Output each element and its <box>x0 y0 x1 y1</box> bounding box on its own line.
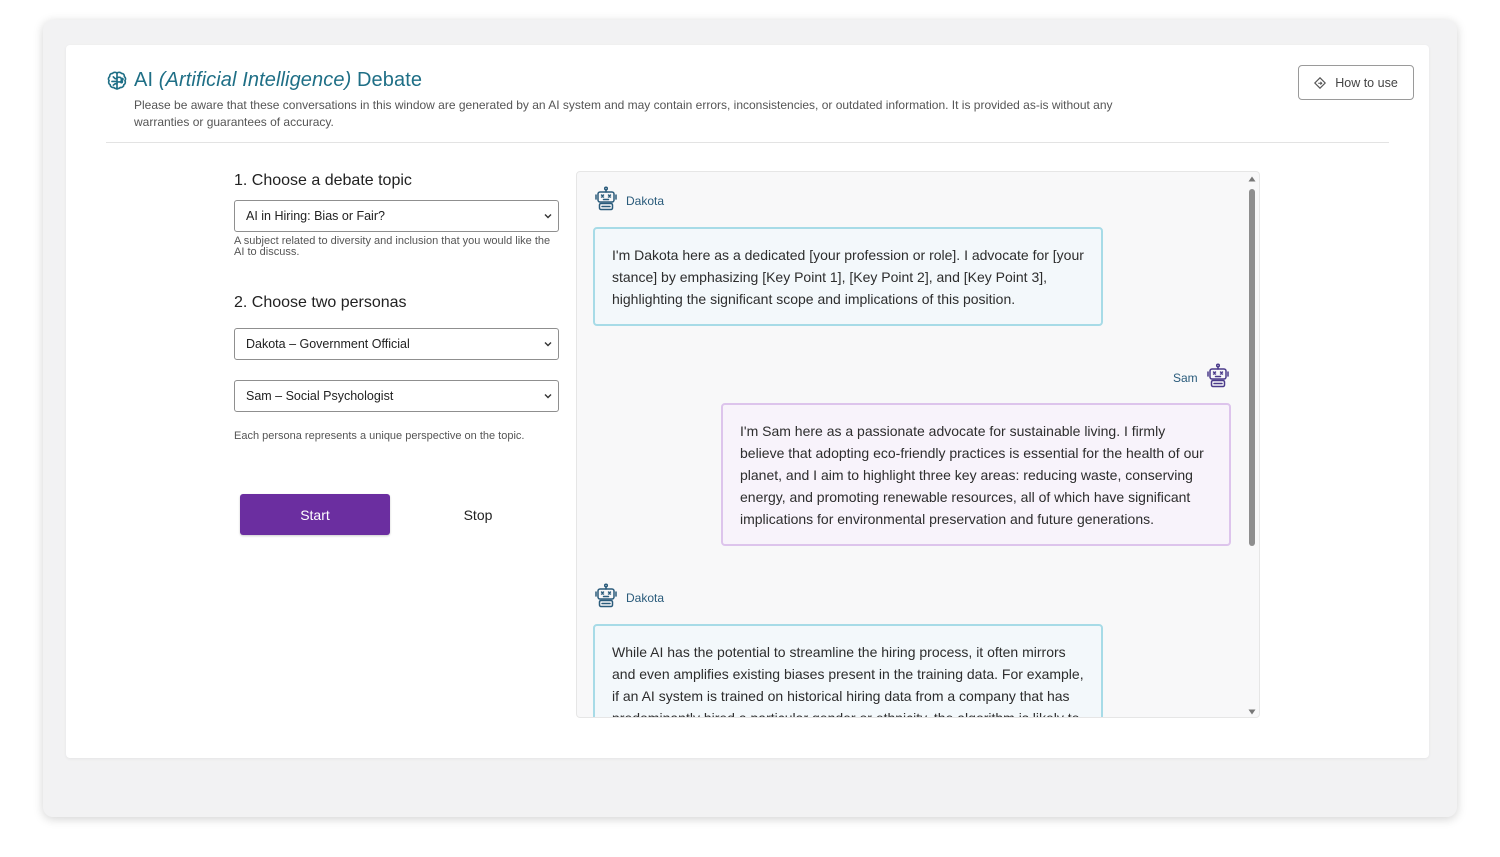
message-bubble: I'm Sam here as a passionate advocate fo… <box>721 403 1231 546</box>
persona2-select-value: Sam – Social Psychologist <box>246 389 394 403</box>
robot-icon <box>1206 363 1229 388</box>
diamond-icon <box>1314 76 1327 89</box>
speaker-name: Dakota <box>626 591 665 605</box>
speaker-name: Dakota <box>626 194 665 208</box>
message-speaker: Dakota <box>593 583 664 609</box>
how-to-use-label: How to use <box>1335 75 1398 90</box>
persona1-select-value: Dakota – Government Official <box>246 337 410 351</box>
chevron-down-icon <box>544 342 552 347</box>
scroll-down-arrow-icon[interactable] <box>1248 709 1256 715</box>
chat-panel[interactable]: Dakota I'm Dakota here as a dedicated [y… <box>576 171 1260 718</box>
step1-title: 1. Choose a debate topic <box>234 172 412 189</box>
disclaimer-text: Please be aware that these conversations… <box>134 98 1113 129</box>
stop-button[interactable]: Stop <box>446 494 510 535</box>
topic-hint: A subject related to diversity and inclu… <box>234 235 551 258</box>
page-title: AI (Artificial Intelligence) Debate <box>134 69 423 91</box>
persona1-select[interactable]: Dakota – Government Official <box>234 328 559 360</box>
how-to-use-button[interactable]: How to use <box>1298 65 1414 100</box>
message-bubble: While AI has the potential to streamline… <box>593 624 1103 717</box>
robot-icon <box>595 583 617 608</box>
main-card: AI (Artificial Intelligence) Debate Plea… <box>66 45 1429 758</box>
scrollbar-thumb[interactable] <box>1249 189 1255 546</box>
message-speaker: Dakota <box>593 186 664 212</box>
chat-scrollbar[interactable] <box>1248 176 1256 715</box>
message-bubble: I'm Dakota here as a dedicated [your pro… <box>593 227 1103 326</box>
title-row: AI (Artificial Intelligence) Debate <box>106 69 422 92</box>
brain-circuit-icon <box>107 71 127 90</box>
message-speaker: Sam <box>1173 363 1231 389</box>
scroll-up-arrow-icon[interactable] <box>1248 176 1256 182</box>
page-header: AI (Artificial Intelligence) Debate Plea… <box>106 65 1414 143</box>
persona-hint: Each persona represents a unique perspec… <box>234 430 525 442</box>
speaker-name: Sam <box>1173 371 1198 385</box>
chevron-down-icon <box>544 214 552 219</box>
topic-select-value: AI in Hiring: Bias or Fair? <box>246 209 385 223</box>
step2-title: 2. Choose two personas <box>234 294 407 311</box>
robot-icon <box>595 186 617 211</box>
persona2-select[interactable]: Sam – Social Psychologist <box>234 380 559 412</box>
topic-select[interactable]: AI in Hiring: Bias or Fair? <box>234 200 559 232</box>
controls-panel: 1. Choose a debate topic AI in Hiring: B… <box>234 172 559 442</box>
start-button[interactable]: Start <box>240 494 390 535</box>
window-frame: AI (Artificial Intelligence) Debate Plea… <box>43 20 1457 817</box>
chevron-down-icon <box>544 394 552 399</box>
